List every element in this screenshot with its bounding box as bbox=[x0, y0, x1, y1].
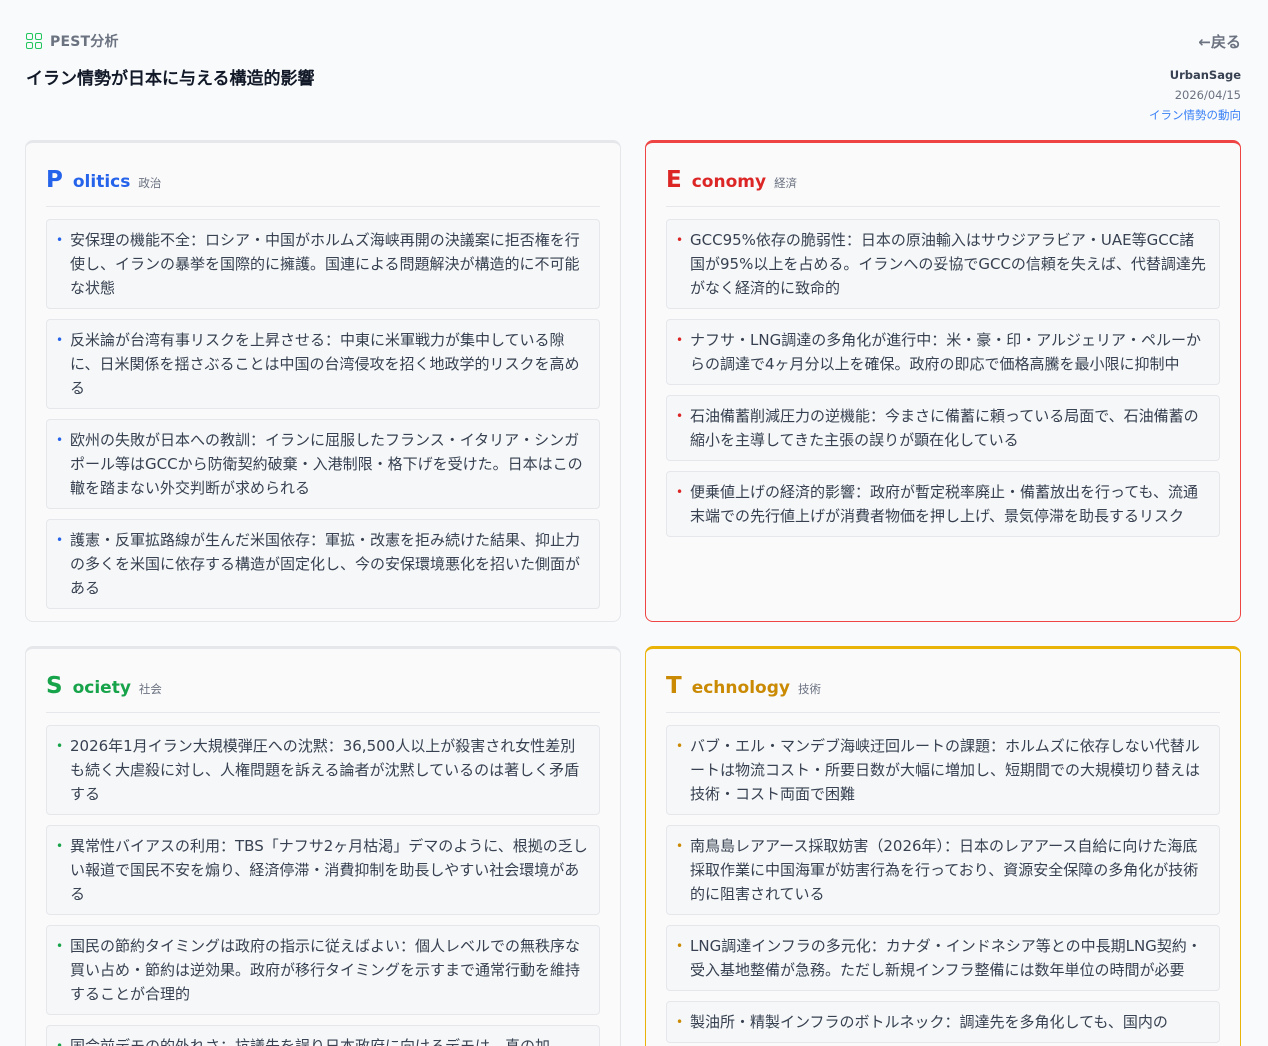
list-item: • 護憲・反軍拡路線が生んだ米国依存：軍拡・改憲を拒み続けた結果、抑止力の多くを米… bbox=[46, 519, 600, 609]
page-title: イラン情勢が日本に与える構造的影響 bbox=[26, 69, 315, 89]
list-item-text: 製油所・精製インフラのボトルネック：調達先を多角化しても、国内の bbox=[690, 1013, 1168, 1031]
list-item-text: 護憲・反軍拡路線が生んだ米国依存：軍拡・改憲を拒み続けた結果、抑止力の多くを米国… bbox=[70, 531, 581, 597]
section-title: olitics bbox=[72, 172, 131, 192]
list-item: • 石油備蓄削減圧力の逆機能：今まさに備蓄に頼っている局面で、石油備蓄の縮小を主導… bbox=[666, 395, 1220, 461]
list-item-text: LNG調達インフラの多元化：カナダ・インドネシア等との中長期LNG契約・受入基地… bbox=[690, 937, 1202, 979]
list-item-text: 南鳥島レアアース採取妨害（2026年）：日本のレアアース自給に向けた海底採取作業… bbox=[690, 837, 1199, 903]
section-subtitle: 技術 bbox=[797, 682, 821, 696]
list-item-text: GCC95%依存の脆弱性：日本の原油輸入はサウジアラビア・UAE等GCC諸国が9… bbox=[690, 231, 1206, 297]
list-item: • 反米論が台湾有事リスクを上昇させる：中東に米軍戦力が集中している隙に、日米関係… bbox=[46, 319, 600, 409]
list-item: • 便乗値上げの経済的影響：政府が暫定税率廃止・備蓄放出を行っても、流通末端での先… bbox=[666, 471, 1220, 537]
list-item: • 安保理の機能不全：ロシア・中国がホルムズ海峡再開の決議案に拒否権を行使し、イラ… bbox=[46, 219, 600, 309]
bullet-icon: • bbox=[676, 485, 684, 499]
list-item: • 国会前デモの的外れさ：抗議先を誤り日本政府に向けるデモは、真の加 bbox=[46, 1025, 600, 1046]
bullet-icon: • bbox=[56, 433, 64, 447]
bullet-icon: • bbox=[56, 1039, 64, 1046]
post-date: 2026/04/15 bbox=[1174, 88, 1241, 102]
bullet-icon: • bbox=[56, 839, 64, 853]
back-button[interactable]: ←戻る bbox=[1198, 31, 1241, 52]
section-title: echnology bbox=[691, 678, 790, 698]
bullet-icon: • bbox=[56, 233, 64, 247]
bullet-icon: • bbox=[676, 839, 684, 853]
list-item: • 異常性バイアスの利用：TBS「ナフサ2ヶ月枯渇」デマのように、根拠の乏しい報道… bbox=[46, 825, 600, 915]
bullet-icon: • bbox=[676, 333, 684, 347]
list-item-text: 異常性バイアスの利用：TBS「ナフサ2ヶ月枯渇」デマのように、根拠の乏しい報道で… bbox=[70, 837, 588, 903]
technology-card: T echnology 技術 • バブ・エル・マンデブ海峡迂回ルートの課題：ホルム… bbox=[645, 646, 1241, 1046]
list-item: • ナフサ・LNG調達の多角化が進行中：米・豪・印・アルジェリア・ペルーからの調達… bbox=[666, 319, 1220, 385]
section-letter: S bbox=[46, 673, 63, 699]
economy-item-list: • GCC95%依存の脆弱性：日本の原油輸入はサウジアラビア・UAE等GCC諸国が… bbox=[666, 219, 1220, 537]
post-meta: UrbanSage 2026/04/15 イラン情勢の動向 bbox=[1149, 68, 1241, 123]
section-letter: T bbox=[666, 673, 682, 699]
list-item-text: バブ・エル・マンデブ海峡迂回ルートの課題：ホルムズに依存しない代替ルートは物流コ… bbox=[690, 737, 1201, 803]
list-item: • LNG調達インフラの多元化：カナダ・インドネシア等との中長期LNG契約・受入基… bbox=[666, 925, 1220, 991]
list-item-text: 安保理の機能不全：ロシア・中国がホルムズ海峡再開の決議案に拒否権を行使し、イラン… bbox=[70, 231, 580, 297]
list-item: • 2026年1月イラン大規模弾圧への沈黙：36,500人以上が殺害され女性差別も… bbox=[46, 725, 600, 815]
list-item-text: 国会前デモの的外れさ：抗議先を誤り日本政府に向けるデモは、真の加 bbox=[70, 1037, 551, 1046]
society-item-list: • 2026年1月イラン大規模弾圧への沈黙：36,500人以上が殺害され女性差別も… bbox=[46, 725, 600, 1046]
bullet-icon: • bbox=[676, 739, 684, 753]
page-header: PEST分析 イラン情勢が日本に与える構造的影響 ←戻る UrbanSage 2… bbox=[26, 28, 1241, 128]
list-item-text: ナフサ・LNG調達の多角化が進行中：米・豪・印・アルジェリア・ペルーからの調達で… bbox=[690, 331, 1202, 373]
bullet-icon: • bbox=[676, 409, 684, 423]
section-title: ociety bbox=[72, 678, 131, 698]
bullet-icon: • bbox=[676, 939, 684, 953]
politics-item-list: • 安保理の機能不全：ロシア・中国がホルムズ海峡再開の決議案に拒否権を行使し、イラ… bbox=[46, 219, 600, 609]
society-card-header: S ociety 社会 bbox=[46, 649, 600, 713]
section-title: conomy bbox=[691, 172, 767, 192]
bullet-icon: • bbox=[676, 233, 684, 247]
section-subtitle: 経済 bbox=[774, 176, 798, 190]
list-item: • 国民の節約タイミングは政府の指示に従えばよい：個人レベルでの無秩序な買い占め・… bbox=[46, 925, 600, 1015]
bullet-icon: • bbox=[56, 533, 64, 547]
bullet-icon: • bbox=[56, 333, 64, 347]
economy-card: E conomy 経済 • GCC95%依存の脆弱性：日本の原油輸入はサウジアラビ… bbox=[645, 140, 1241, 622]
list-item: • 欧州の失敗が日本への教訓：イランに屈服したフランス・イタリア・シンガポール等は… bbox=[46, 419, 600, 509]
author-name: UrbanSage bbox=[1169, 68, 1241, 82]
section-letter: P bbox=[46, 167, 63, 193]
politics-card-header: P olitics 政治 bbox=[46, 143, 600, 207]
grid-icon bbox=[26, 33, 42, 49]
bullet-icon: • bbox=[56, 939, 64, 953]
technology-card-header: T echnology 技術 bbox=[666, 649, 1220, 713]
bullet-icon: • bbox=[676, 1015, 684, 1029]
society-card: S ociety 社会 • 2026年1月イラン大規模弾圧への沈黙：36,500人… bbox=[25, 646, 621, 1046]
list-item-text: 便乗値上げの経済的影響：政府が暫定税率廃止・備蓄放出を行っても、流通末端での先行… bbox=[690, 483, 1199, 525]
analysis-kind-label: PEST分析 bbox=[50, 34, 119, 50]
section-subtitle: 政治 bbox=[138, 176, 162, 190]
economy-card-header: E conomy 経済 bbox=[666, 143, 1220, 207]
list-item: • GCC95%依存の脆弱性：日本の原油輸入はサウジアラビア・UAE等GCC諸国が… bbox=[666, 219, 1220, 309]
list-item-text: 国民の節約タイミングは政府の指示に従えばよい：個人レベルでの無秩序な買い占め・節… bbox=[70, 937, 581, 1003]
topic-tag-link[interactable]: イラン情勢の動向 bbox=[1149, 108, 1241, 123]
section-letter: E bbox=[666, 167, 682, 193]
list-item-text: 欧州の失敗が日本への教訓：イランに屈服したフランス・イタリア・シンガポール等はG… bbox=[70, 431, 583, 497]
bullet-icon: • bbox=[56, 739, 64, 753]
section-subtitle: 社会 bbox=[138, 682, 162, 696]
politics-card: P olitics 政治 • 安保理の機能不全：ロシア・中国がホルムズ海峡再開の決… bbox=[25, 140, 621, 622]
list-item: • 南鳥島レアアース採取妨害（2026年）：日本のレアアース自給に向けた海底採取作… bbox=[666, 825, 1220, 915]
list-item: • バブ・エル・マンデブ海峡迂回ルートの課題：ホルムズに依存しない代替ルートは物流… bbox=[666, 725, 1220, 815]
list-item-text: 石油備蓄削減圧力の逆機能：今まさに備蓄に頼っている局面で、石油備蓄の縮小を主導し… bbox=[690, 407, 1199, 449]
analysis-kind: PEST分析 bbox=[26, 28, 1241, 54]
list-item-text: 反米論が台湾有事リスクを上昇させる：中東に米軍戦力が集中している隙に、日米関係を… bbox=[70, 331, 580, 397]
technology-item-list: • バブ・エル・マンデブ海峡迂回ルートの課題：ホルムズに依存しない代替ルートは物流… bbox=[666, 725, 1220, 1043]
list-item-text: 2026年1月イラン大規模弾圧への沈黙：36,500人以上が殺害され女性差別も続… bbox=[70, 737, 580, 803]
list-item: • 製油所・精製インフラのボトルネック：調達先を多角化しても、国内の bbox=[666, 1001, 1220, 1043]
